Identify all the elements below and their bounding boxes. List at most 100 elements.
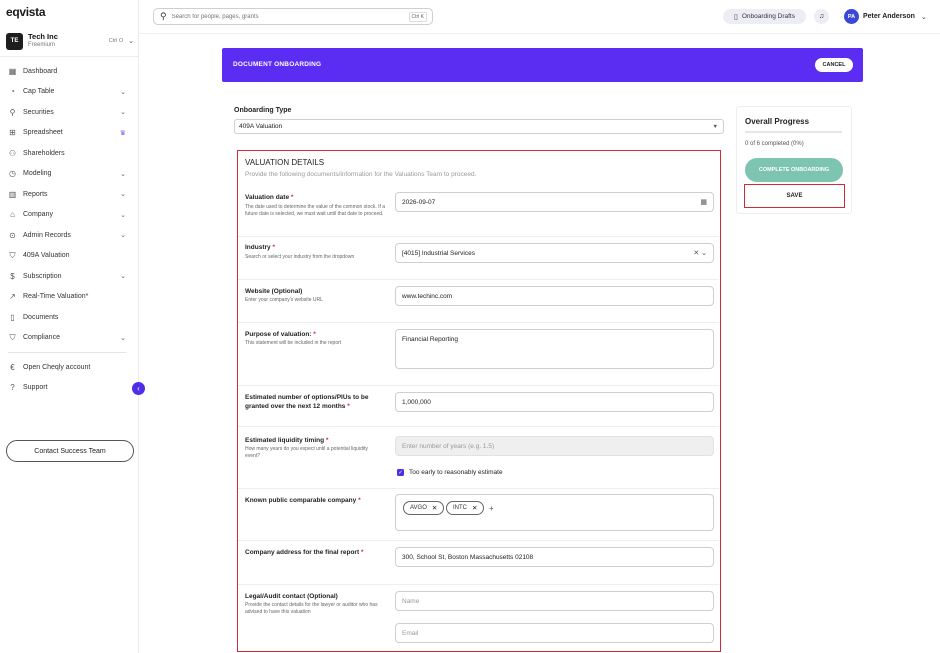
field-legal-contact: Legal/Audit contact (Optional) Provide t… [238,584,719,650]
field-label: Legal/Audit contact (Optional) [245,593,338,600]
bell-icon: ♫ [818,13,825,20]
field-options: Estimated number of options/PIUs to be g… [238,385,719,426]
required-marker: * [360,549,364,556]
sidebar-item-label: Shareholders [23,149,65,157]
sidebar-item-admin-records[interactable]: ⊙ Admin Records ⌄ [0,225,139,246]
required-marker: * [347,403,350,410]
legal-name-input[interactable]: Name [395,591,714,611]
sidebar-item-label: Documents [23,313,59,321]
progress-count: 0 of 6 completed (0%) [745,141,804,147]
chevron-down-icon: ⌄ [120,191,126,199]
sidebar-item-real-time-valuation[interactable]: ↗ Real-Time Valuation* [0,287,139,308]
chip-label: AVGO [410,505,427,511]
company-switcher[interactable]: TE Tech Inc Freemium Ctrl O ⌄ [6,31,134,51]
onboarding-drafts-button[interactable]: ▯ Onboarding Drafts [723,9,806,24]
add-comparable-icon[interactable]: + [489,504,494,513]
field-help: Enter your company's website URL [245,297,323,303]
save-button[interactable]: SAVE [744,184,845,208]
sidebar-item-409a-valuation[interactable]: ⛉ 409A Valuation [0,246,139,267]
sidebar-item-open-cheqly[interactable]: € Open Cheqly account [0,357,139,378]
checkbox-checked-icon: ✓ [397,469,404,476]
chevron-down-icon: ⌄ [120,334,126,342]
field-label-text: Purpose of valuation: [245,331,312,338]
spreadsheet-icon: ⊞ [9,128,16,138]
required-marker: * [358,497,361,504]
options-input[interactable]: 1,000,000 [395,392,714,412]
company-name: Tech Inc [28,32,58,41]
document-icon: ▯ [734,13,738,21]
sidebar-item-documents[interactable]: ▯ Documents [0,307,139,328]
purpose-value: Financial Reporting [402,336,459,343]
liquidity-input[interactable]: Enter number of years (e.g. 1.5) [395,436,714,456]
shield-check-icon: ⛉ [9,250,16,260]
page-title: DOCUMENT ONBOARDING [233,61,322,68]
onboarding-type-select[interactable]: 409A Valuation ▼ [234,119,724,134]
comparable-chip: INTC ✕ [446,501,485,515]
field-help: How many years do you expect until a pot… [245,446,368,459]
valuation-details-form: VALUATION DETAILS Provide the following … [237,150,721,652]
legal-name-placeholder: Name [402,597,420,605]
calendar-icon[interactable]: ▦ [700,198,707,206]
sidebar-item-subscription[interactable]: $ Subscription ⌄ [0,266,139,287]
field-website: Website (Optional) Enter your company's … [238,279,719,322]
sidebar-item-company[interactable]: ⌂ Company ⌄ [0,205,139,226]
sidebar-item-label: Securities [23,108,54,116]
sidebar-item-support[interactable]: ? Support [0,378,139,399]
app-logo[interactable]: eqvista [6,5,46,19]
valuation-date-value: 2026-09-07 [402,198,436,206]
sidebar-item-label: Spreadsheet [23,129,63,137]
sidebar-item-dashboard[interactable]: ▦ Dashboard [0,61,139,82]
reports-icon: ▥ [8,189,17,199]
too-early-checkbox[interactable]: ✓ Too early to reasonably estimate [397,469,503,476]
chevron-down-icon: ▼ [712,123,718,130]
legal-email-placeholder: Email [402,629,419,637]
global-search[interactable]: ⚲ Ctrl K [153,8,433,25]
company-avatar: TE [6,32,23,50]
contact-success-team-button[interactable]: Contact Success Team [6,440,134,462]
legal-email-input[interactable]: Email [395,623,714,643]
sidebar-item-shareholders[interactable]: ⚇ Shareholders [0,143,139,164]
valuation-date-input[interactable]: 2026-09-07 ▦ [395,192,714,212]
comparables-input[interactable]: AVGO ✕ INTC ✕ + [395,494,714,531]
sidebar-item-reports[interactable]: ▥ Reports ⌄ [0,184,139,205]
field-label: Website (Optional) [245,288,303,295]
remove-chip-icon[interactable]: ✕ [432,504,437,512]
cancel-button[interactable]: CANCEL [815,58,853,72]
sidebar-item-label: Dashboard [23,67,58,75]
onboarding-type-label: Onboarding Type [234,107,292,114]
website-input[interactable]: www.techinc.com [395,286,714,306]
chevron-down-icon: ⌄ [120,232,126,240]
sidebar-item-label: Company [23,211,53,219]
field-liquidity: Estimated liquidity timing * How many ye… [238,426,719,488]
required-marker: * [313,331,316,338]
sidebar-item-compliance[interactable]: ⛉ Compliance ⌄ [0,328,139,349]
industry-value: [4015] Industrial Services [402,249,475,257]
user-menu[interactable]: PA Peter Anderson ⌄ [844,8,927,25]
industry-select[interactable]: [4015] Industrial Services ✕ ⌄ [395,243,714,263]
field-label: Purpose of valuation: * [245,330,385,339]
modeling-icon: ◷ [9,169,16,179]
pie-chart-icon: ◔ [10,87,15,97]
chip-label: INTC [453,505,467,511]
cheqly-icon: € [10,362,15,372]
search-input[interactable] [171,13,382,20]
documents-icon: ▯ [10,312,15,322]
checkbox-label: Too early to reasonably estimate [409,469,503,476]
remove-chip-icon[interactable]: ✕ [472,504,477,512]
sidebar-item-modeling[interactable]: ◷ Modeling ⌄ [0,164,139,185]
field-industry: Industry * Search or select your industr… [238,236,719,279]
address-input[interactable]: 300, School St, Boston Massachusetts 021… [395,547,714,567]
field-help: Provide the contact details for the lawy… [245,602,378,615]
sidebar-item-spreadsheet[interactable]: ⊞ Spreadsheet ♛ [0,123,139,144]
sidebar-item-label: Reports [23,190,48,198]
collapse-sidebar-button[interactable]: ‹ [132,382,145,395]
purpose-textarea[interactable]: Financial Reporting [395,329,714,369]
notifications-button[interactable]: ♫ [814,9,829,24]
sidebar-item-securities[interactable]: ⚲ Securities ⌄ [0,102,139,123]
field-label-text: Industry [245,244,271,251]
users-icon: ⚇ [8,148,17,158]
clear-icon[interactable]: ✕ ⌄ [693,249,707,257]
chevron-down-icon: ⌄ [920,13,927,21]
complete-onboarding-button[interactable]: COMPLETE ONBOARDING [745,158,843,182]
sidebar-item-cap-table[interactable]: ◔ Cap Table ⌄ [0,82,139,103]
